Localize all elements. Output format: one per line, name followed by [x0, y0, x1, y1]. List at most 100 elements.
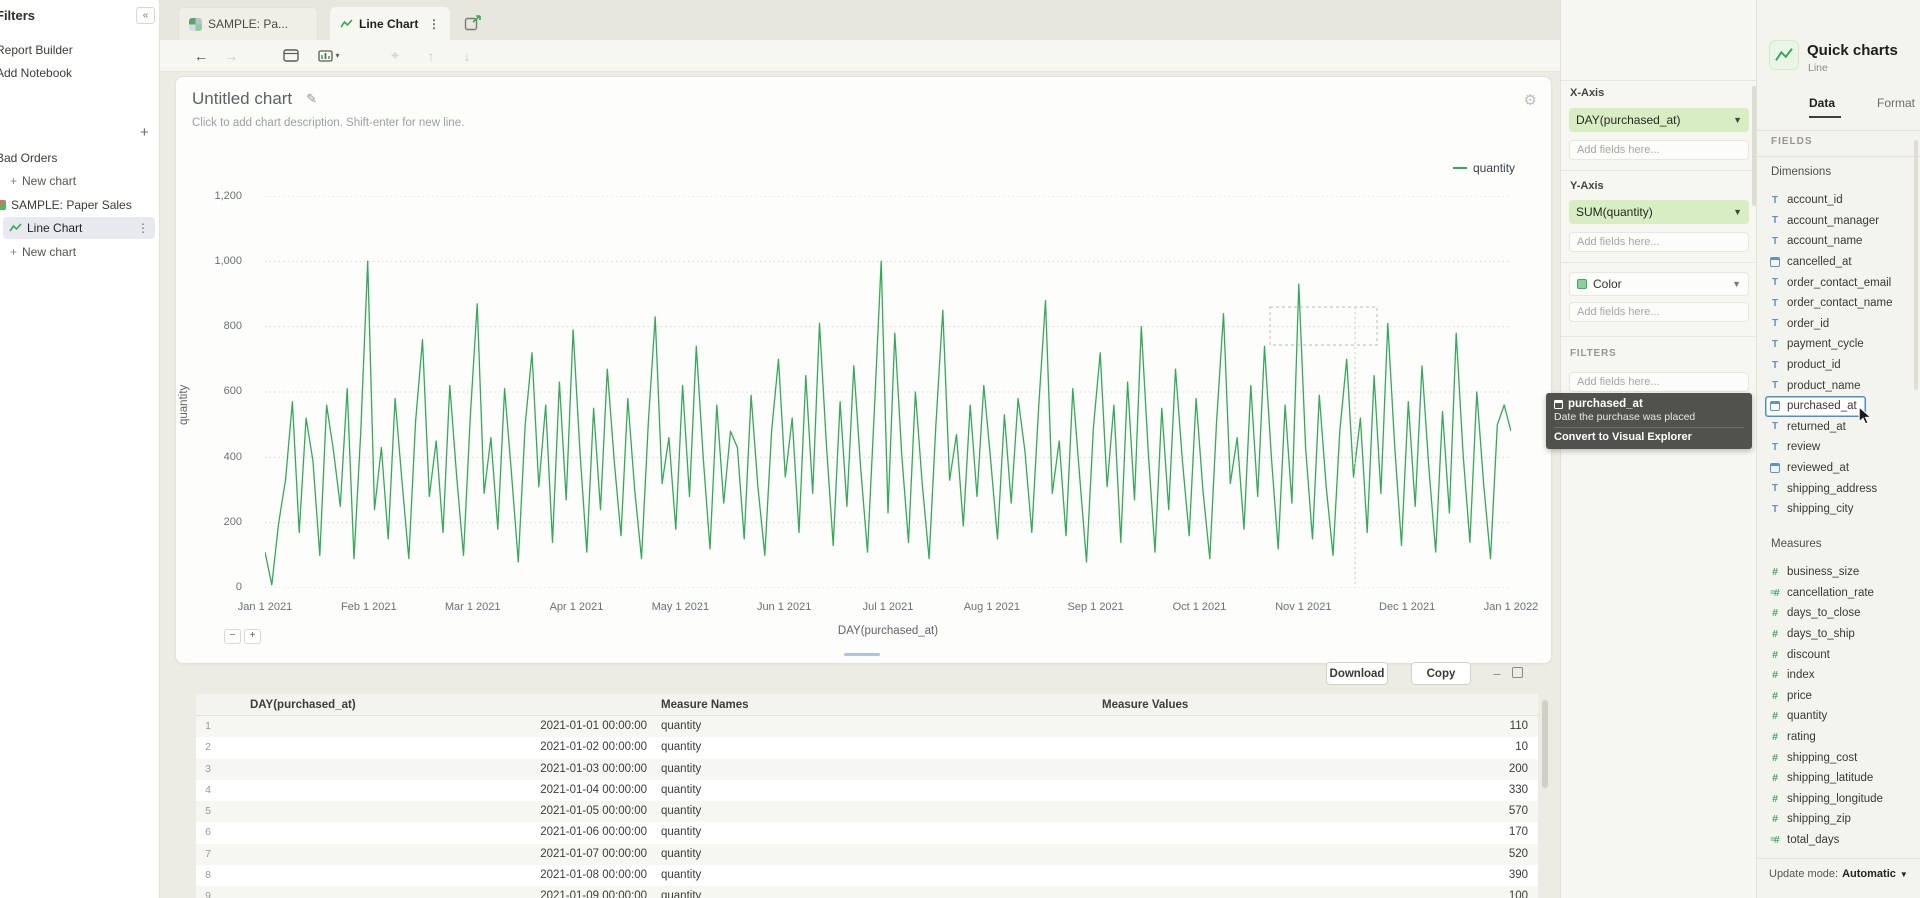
add-item-plus-icon[interactable]: + [140, 124, 149, 141]
sidebar-item-bad-orders[interactable]: Bad Orders [0, 148, 154, 168]
field-shipping_address[interactable]: Tshipping_address [1765, 478, 1917, 499]
cell-measure-value: 110 [1100, 716, 1538, 737]
convert-to-visual-explorer-action[interactable]: Convert to Visual Explorer [1554, 427, 1744, 443]
field-label: business_size [1787, 566, 1859, 578]
color-field-selector[interactable]: Color ▼ [1569, 272, 1749, 296]
field-account_name[interactable]: Taccount_name [1765, 231, 1917, 252]
column-header[interactable]: Measure Names [655, 694, 1100, 716]
field-business_size[interactable]: #business_size [1765, 562, 1917, 583]
back-icon[interactable]: ← [188, 40, 214, 71]
sidebar-item-new-chart-2[interactable]: +New chart [10, 242, 158, 262]
field-purchased_at[interactable]: purchased_at [1765, 396, 1866, 417]
field-order_contact_email[interactable]: Torder_contact_email [1765, 272, 1917, 293]
field-payment_cycle[interactable]: Tpayment_cycle [1765, 334, 1917, 355]
panel-title: Quick charts [1807, 42, 1898, 59]
download-button[interactable]: Download [1326, 662, 1388, 685]
field-product_name[interactable]: Tproduct_name [1765, 375, 1917, 396]
field-reviewed_at[interactable]: reviewed_at [1765, 458, 1917, 479]
collapse-sidebar-icon[interactable]: « [136, 7, 155, 24]
field-order_contact_name[interactable]: Torder_contact_name [1765, 293, 1917, 314]
sidebar-item-sample-paper-sales[interactable]: SAMPLE: Paper Sales [0, 195, 154, 215]
quick-charts-logo-icon [1769, 40, 1799, 70]
color-add-field[interactable]: Add fields here... [1569, 302, 1749, 322]
x-axis-add-field[interactable]: Add fields here... [1569, 140, 1749, 160]
dimensions-list: Taccount_idTaccount_managerTaccount_name… [1765, 190, 1917, 520]
table-scrollbar[interactable] [1542, 700, 1548, 788]
field-cancelled_at[interactable]: cancelled_at [1765, 252, 1917, 273]
field-review[interactable]: Treview [1765, 437, 1917, 458]
field-total_days[interactable]: =#total_days [1765, 830, 1917, 851]
expand-results-icon[interactable] [1512, 667, 1523, 678]
field-shipping_latitude[interactable]: #shipping_latitude [1765, 768, 1917, 789]
x-tick-label: Jan 1 2022 [1465, 601, 1557, 613]
chart-type-icon[interactable]: ▾ [312, 40, 346, 71]
y-axis-field-pill[interactable]: SUM(quantity) ▼ [1569, 200, 1749, 224]
kebab-menu-icon[interactable]: ⋮ [428, 17, 440, 31]
gear-icon[interactable]: ⚙ [1524, 91, 1537, 109]
data-browser-icon[interactable] [278, 40, 304, 71]
tab-data[interactable]: Data [1809, 96, 1835, 110]
field-returned_at[interactable]: Treturned_at [1765, 417, 1917, 438]
chevron-down-icon[interactable]: ▼ [1733, 207, 1742, 217]
sidebar-item-line-chart[interactable]: Line Chart ⋮ [3, 217, 155, 239]
field-shipping_longitude[interactable]: #shipping_longitude [1765, 789, 1917, 810]
copy-button[interactable]: Copy [1411, 662, 1471, 685]
chevron-down-icon[interactable]: ▼ [1900, 870, 1908, 879]
app-root: Filters « Report Builder Add Notebook + … [0, 0, 1920, 898]
field-cancellation_rate[interactable]: =#cancellation_rate [1765, 583, 1917, 604]
selection-icon[interactable]: ⌖ [382, 40, 408, 71]
field-discount[interactable]: #discount [1765, 644, 1917, 665]
field-account_manager[interactable]: Taccount_manager [1765, 211, 1917, 232]
x-axis-field-pill[interactable]: DAY(purchased_at) ▼ [1569, 108, 1749, 132]
column-header[interactable]: DAY(purchased_at) [216, 694, 655, 716]
sort-descending-icon[interactable]: ↓ [454, 40, 480, 71]
cell-measure-name: quantity [655, 822, 1100, 843]
field-shipping_zip[interactable]: #shipping_zip [1765, 809, 1917, 830]
tab-line-chart[interactable]: Line Chart ⋮ [330, 7, 450, 40]
sidebar-item-add-notebook[interactable]: Add Notebook [0, 63, 154, 83]
cell-measure-name: quantity [655, 886, 1100, 898]
field-days_to_ship[interactable]: #days_to_ship [1765, 624, 1917, 645]
zoom-out-button[interactable]: − [224, 629, 241, 644]
fields-scrollbar[interactable] [1914, 140, 1918, 390]
pill-label: SUM(quantity) [1576, 205, 1653, 219]
field-rating[interactable]: #rating [1765, 727, 1917, 748]
cell-measure-value: 100 [1100, 886, 1538, 898]
x-tick-label: Jun 1 2021 [738, 601, 830, 613]
field-index[interactable]: #index [1765, 665, 1917, 686]
cell-measure-name: quantity [655, 801, 1100, 822]
number-field-icon: # [1769, 710, 1781, 722]
zoom-in-button[interactable]: + [244, 629, 261, 644]
filters-add-field[interactable]: Add fields here... [1569, 372, 1749, 392]
sidebar-item-new-chart-1[interactable]: +New chart [10, 171, 158, 191]
field-quantity[interactable]: #quantity [1765, 706, 1917, 727]
y-axis-add-field[interactable]: Add fields here... [1569, 232, 1749, 252]
y-tick-label: 800 [197, 320, 242, 332]
field-label: shipping_address [1787, 483, 1877, 495]
open-in-new-tab-icon[interactable] [460, 12, 486, 34]
field-days_to_close[interactable]: #days_to_close [1765, 603, 1917, 624]
field-account_id[interactable]: Taccount_id [1765, 190, 1917, 211]
cell-date: 2021-01-04 00:00:00 [216, 780, 655, 801]
kebab-menu-icon[interactable]: ⋮ [137, 221, 149, 235]
collapse-results-icon[interactable]: – [1488, 662, 1506, 684]
field-shipping_cost[interactable]: #shipping_cost [1765, 747, 1917, 768]
tab-format[interactable]: Format [1877, 96, 1915, 110]
field-shipping_city[interactable]: Tshipping_city [1765, 499, 1917, 520]
edit-pencil-icon[interactable]: ✎ [306, 91, 317, 107]
sort-ascending-icon[interactable]: ↑ [418, 40, 444, 71]
field-label: account_id [1787, 194, 1843, 206]
chevron-down-icon[interactable]: ▼ [1732, 279, 1741, 289]
sidebar-item-report-builder[interactable]: Report Builder [0, 40, 154, 60]
field-order_id[interactable]: Torder_id [1765, 314, 1917, 335]
update-mode-dropdown[interactable]: Automatic [1842, 868, 1896, 880]
forward-icon[interactable]: → [218, 40, 244, 71]
field-price[interactable]: #price [1765, 686, 1917, 707]
chevron-down-icon[interactable]: ▼ [1733, 115, 1742, 125]
field-product_id[interactable]: Tproduct_id [1765, 355, 1917, 376]
x-tick-label: Sep 1 2021 [1050, 601, 1142, 613]
color-label: Color [1593, 277, 1622, 291]
tab-sample-paper-sales[interactable]: SAMPLE: Pa... [178, 7, 318, 40]
row-number: 6 [196, 822, 216, 843]
column-header[interactable]: Measure Values [1100, 694, 1538, 716]
